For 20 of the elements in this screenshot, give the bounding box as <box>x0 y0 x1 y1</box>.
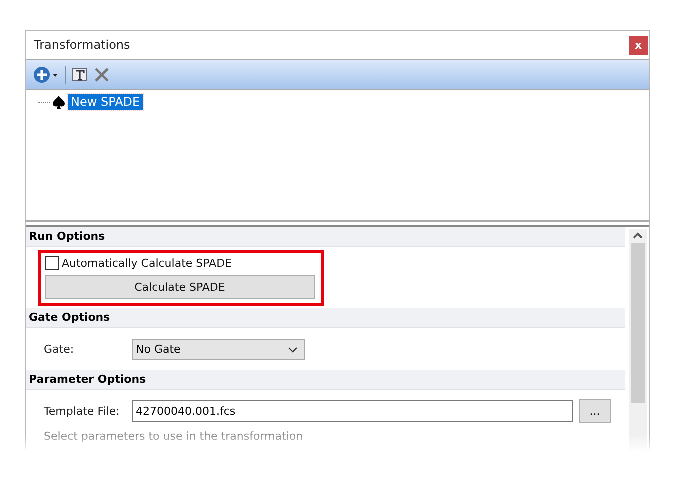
template-file-field[interactable]: 42700040.001.fcs <box>132 400 573 422</box>
calculate-button[interactable]: Calculate SPADE <box>45 275 315 299</box>
scrollbar[interactable] <box>629 229 647 451</box>
window-title: Transformations <box>34 38 130 52</box>
chevron-down-icon <box>288 346 298 352</box>
tree-item[interactable]: New SPADE <box>68 94 144 110</box>
close-button[interactable]: x <box>629 36 648 54</box>
hint-text: Select parameters to use in the transformation <box>43 430 304 443</box>
browse-button[interactable]: ... <box>579 399 611 423</box>
delete-icon[interactable] <box>94 66 110 82</box>
template-file-label: Template File: <box>44 404 121 418</box>
section-header: Gate Options <box>26 308 625 328</box>
section-header: Run Options <box>26 227 625 247</box>
gate-dropdown[interactable]: No Gate <box>132 339 305 360</box>
spade-icon <box>52 94 66 110</box>
gate-label: Gate: <box>44 343 76 356</box>
section-header: Parameter Options <box>26 370 625 390</box>
auto-calculate-checkbox[interactable]: Automatically Calculate SPADE <box>45 256 315 270</box>
text-icon[interactable] <box>72 66 88 82</box>
add-button[interactable] <box>33 66 59 84</box>
